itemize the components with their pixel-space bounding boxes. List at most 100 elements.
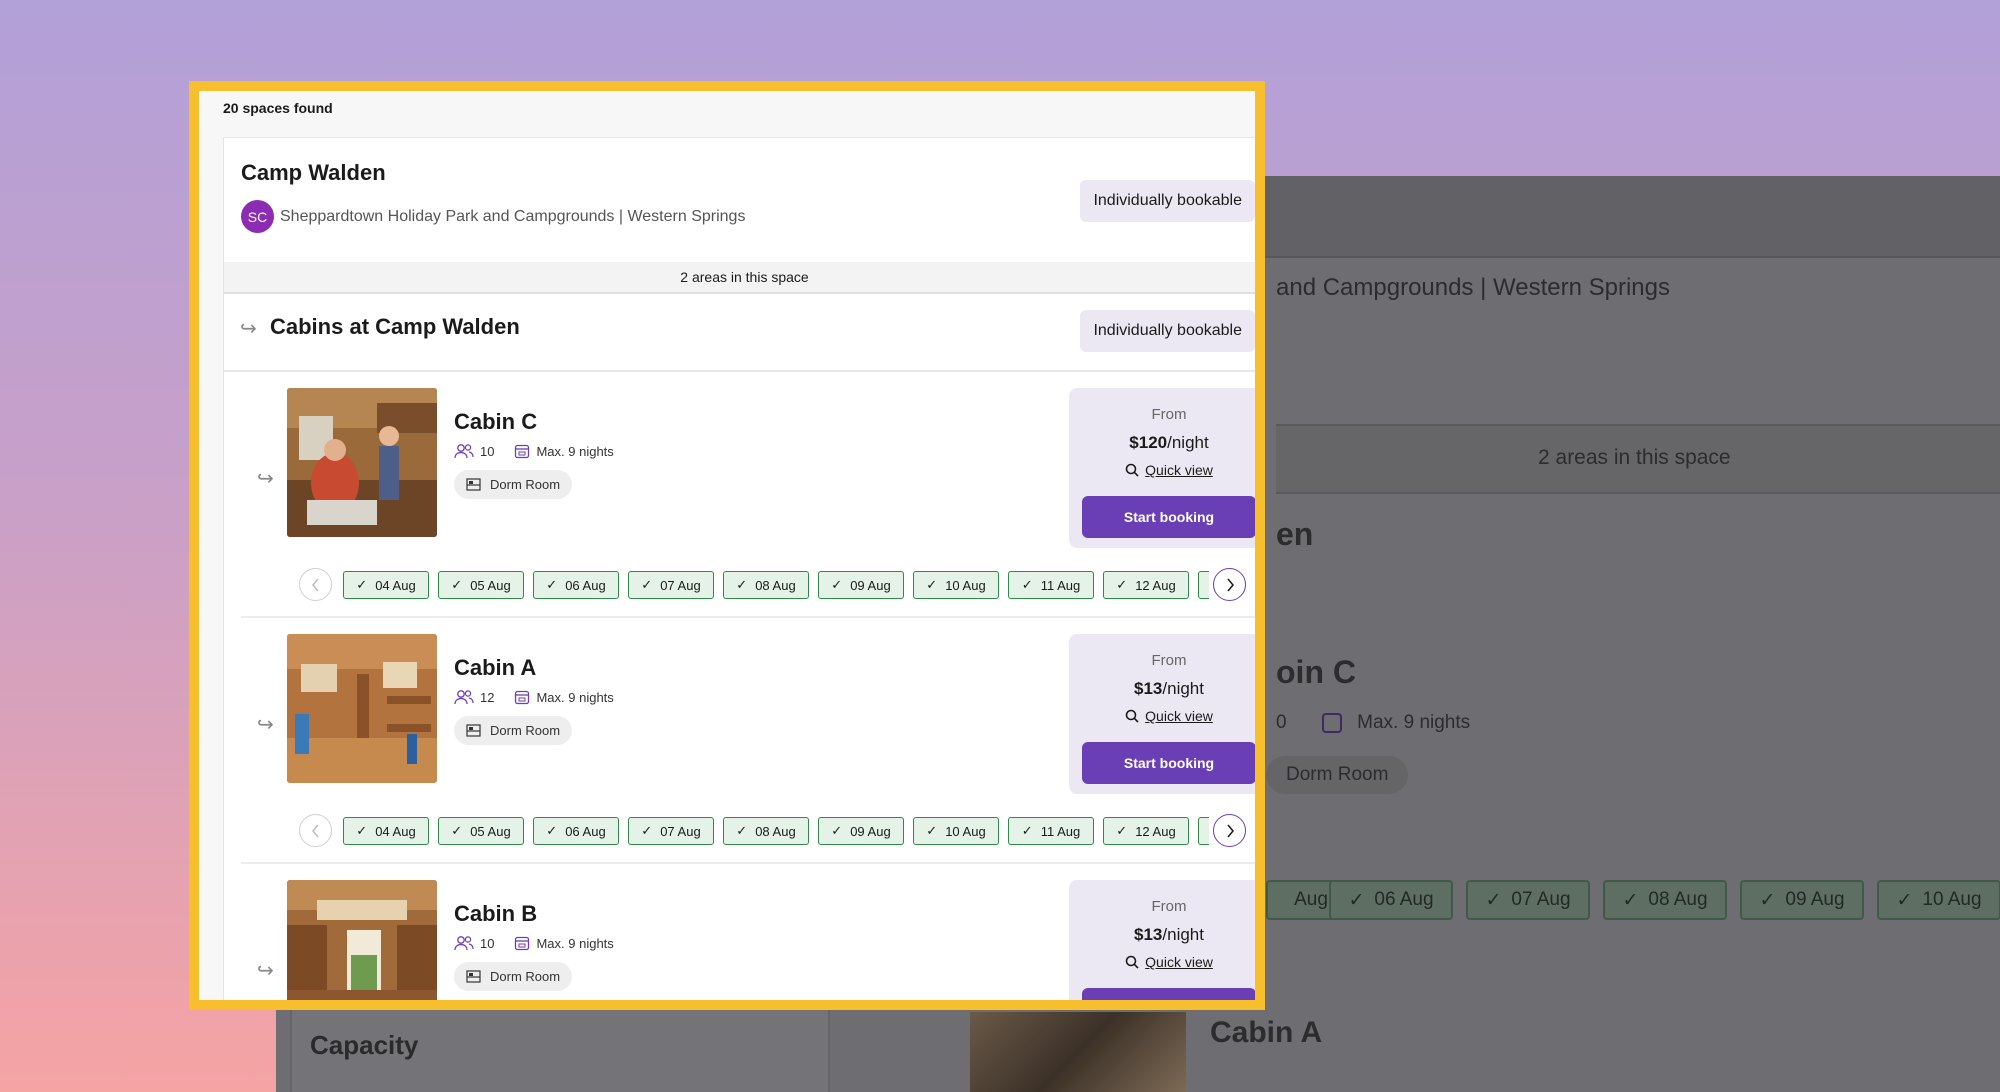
unit-capacity: 12 [480, 689, 495, 705]
background-date-chip: ✓ 10 Aug [1877, 880, 2000, 920]
date-chip[interactable]: ✓ 10 Aug [913, 571, 999, 599]
check-icon: ✓ [641, 577, 653, 592]
date-chip[interactable]: ✓ 08 Aug [723, 571, 809, 599]
unit-photo[interactable] [287, 388, 437, 537]
unit-max-nights: Max. 9 nights [536, 935, 614, 951]
background-room-chip: Dorm Room [1266, 756, 1409, 794]
background-unit-name: oin C [1276, 654, 1356, 690]
date-chip-list: ✓ 04 Aug ✓ 05 Aug ✓ 06 Aug ✓ 07 Aug ✓ 08 Aug … [343, 571, 1209, 599]
bed-icon [466, 478, 481, 491]
venue-avatar: SC [241, 200, 274, 233]
date-availability-strip: ✓ 04 Aug ✓ 05 Aug ✓ 06 Aug ✓ 07 Aug ✓ 08 Aug … [299, 568, 1249, 602]
unit-meta: 10 Max. 9 nights [454, 935, 614, 951]
date-chip[interactable]: ✓ 06 Aug [533, 571, 619, 599]
dates-prev-button[interactable] [299, 568, 332, 601]
quick-view-label: Quick view [1145, 462, 1213, 478]
date-chip[interactable] [1198, 571, 1209, 599]
calendar-icon [515, 690, 530, 705]
check-icon: ✓ [641, 823, 653, 838]
quick-view-link[interactable]: Quick view [1069, 462, 1255, 478]
chevron-left-icon [311, 824, 319, 837]
calendar-icon [515, 444, 530, 459]
area-bookable-badge: Individually bookable [1080, 310, 1255, 352]
date-chip[interactable]: ✓ 11 Aug [1008, 571, 1094, 599]
date-chip[interactable]: ✓ 05 Aug [438, 817, 524, 845]
areas-count-label: 2 areas in this space [224, 262, 1255, 294]
background-date-chip: ✓ 08 Aug [1603, 880, 1727, 920]
unit-photo[interactable] [287, 634, 437, 783]
quick-view-label: Quick view [1145, 708, 1213, 724]
quick-view-link[interactable]: Quick view [1069, 954, 1255, 970]
date-chip[interactable]: ✓ 06 Aug [533, 817, 619, 845]
search-icon [1125, 955, 1139, 969]
unit-card: ↪ Cabin A 12 Max. 9 nights Dorm Room Fro… [241, 618, 1255, 864]
date-chip[interactable]: ✓ 05 Aug [438, 571, 524, 599]
subitem-arrow-icon: ↪ [257, 468, 274, 490]
people-icon [454, 444, 474, 459]
search-results-panel: 20 spaces found Camp Walden SC Sheppardt… [189, 81, 1265, 1010]
start-booking-button[interactable]: Start booking [1082, 742, 1255, 784]
date-chip[interactable]: ✓ 07 Aug [628, 817, 714, 845]
date-chip[interactable]: ✓ 09 Aug [818, 571, 904, 599]
room-type-chip: Dorm Room [454, 716, 573, 745]
date-availability-strip: ✓ 04 Aug ✓ 05 Aug ✓ 06 Aug ✓ 07 Aug ✓ 08 Aug … [299, 814, 1249, 848]
calendar-icon [515, 936, 530, 951]
space-title[interactable]: Camp Walden [241, 160, 386, 186]
venue-name: Sheppardtown Holiday Park and Campground… [280, 207, 746, 225]
date-chip[interactable]: ✓ 12 Aug [1103, 817, 1189, 845]
price-from-label: From [1151, 406, 1187, 423]
price-from-label: From [1151, 652, 1187, 669]
dates-next-button[interactable] [1213, 568, 1246, 601]
chevron-right-icon [1226, 824, 1234, 837]
date-chip[interactable]: ✓ 12 Aug [1103, 571, 1189, 599]
search-icon [1125, 463, 1139, 477]
check-icon: ✓ [1116, 577, 1128, 592]
room-type-label: Dorm Room [490, 723, 561, 738]
unit-name[interactable]: Cabin C [454, 409, 537, 435]
bed-icon [466, 724, 481, 737]
unit-max-nights: Max. 9 nights [536, 443, 614, 459]
price-box: From $120/night Quick view Start booking [1069, 388, 1255, 548]
check-icon: ✓ [1116, 823, 1128, 838]
area-row: ↪ Cabins at Camp Walden Individually boo… [224, 294, 1255, 372]
start-booking-button[interactable]: Start booking [1082, 496, 1255, 538]
unit-name[interactable]: Cabin B [454, 901, 537, 927]
price-box: From $13/night Quick view Start booking [1069, 880, 1255, 1000]
date-chip[interactable]: ✓ 09 Aug [818, 817, 904, 845]
unit-max-nights: Max. 9 nights [536, 689, 614, 705]
date-chip[interactable] [1198, 817, 1209, 845]
unit-capacity: 10 [480, 935, 495, 951]
date-chip[interactable]: ✓ 11 Aug [1008, 817, 1094, 845]
dates-prev-button[interactable] [299, 814, 332, 847]
quick-view-link[interactable]: Quick view [1069, 708, 1255, 724]
check-icon: ✓ [831, 577, 843, 592]
price-box: From $13/night Quick view Start booking [1069, 634, 1255, 794]
check-icon: ✓ [831, 823, 843, 838]
bed-icon [466, 970, 481, 983]
date-chip[interactable]: ✓ 04 Aug [343, 571, 429, 599]
background-date-chip: ✓ 09 Aug [1740, 880, 1864, 920]
background-area-title: en [1276, 516, 1314, 552]
background-capacity-card: Capacity [290, 1006, 830, 1092]
background-venue-text: and Campgrounds | Western Springs [1276, 274, 1670, 301]
date-chip[interactable]: ✓ 10 Aug [913, 817, 999, 845]
unit-photo[interactable] [287, 880, 437, 1000]
check-icon: ✓ [546, 577, 558, 592]
area-title[interactable]: Cabins at Camp Walden [270, 314, 520, 340]
dates-next-button[interactable] [1213, 814, 1246, 847]
background-date-chip: ✓ 06 Aug [1329, 880, 1453, 920]
date-chip[interactable]: ✓ 04 Aug [343, 817, 429, 845]
start-booking-button[interactable]: Start booking [1082, 988, 1255, 1000]
check-icon: ✓ [546, 823, 558, 838]
date-chip[interactable]: ✓ 07 Aug [628, 571, 714, 599]
chevron-left-icon [311, 578, 319, 591]
people-icon [454, 936, 474, 951]
quick-view-label: Quick view [1145, 954, 1213, 970]
background-unit-meta: 0 Max. 9 nights [1276, 712, 1471, 733]
date-chip[interactable]: ✓ 08 Aug [723, 817, 809, 845]
check-icon: ✓ [926, 577, 938, 592]
unit-name[interactable]: Cabin A [454, 655, 536, 681]
check-icon: ✓ [356, 823, 368, 838]
room-type-label: Dorm Room [490, 477, 561, 492]
price-value: $120/night [1129, 433, 1209, 452]
